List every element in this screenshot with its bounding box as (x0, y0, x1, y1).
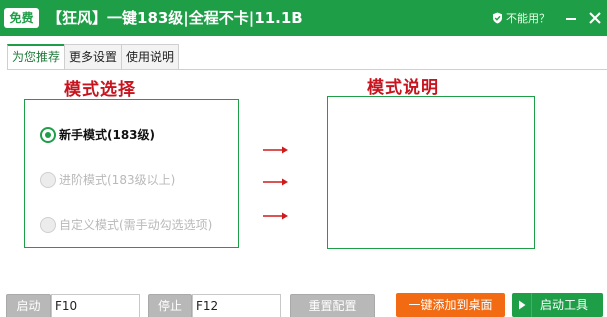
title-bar: 免费 【狂风】一键183级|全程不卡|11.1B 不能用？ (0, 0, 607, 36)
reset-config-button[interactable]: 重置配置 (290, 294, 375, 317)
tab-recommend[interactable]: 为您推荐 (7, 44, 66, 70)
start-hotkey-field[interactable] (51, 294, 140, 317)
stop-hotkey-field[interactable] (192, 294, 281, 317)
mode-option-label: 自定义模式(需手动勾选选项) (59, 218, 213, 232)
arrow-right-icon (263, 146, 288, 154)
minimize-button[interactable] (562, 9, 580, 27)
mode-option-label: 进阶模式(183级以上) (59, 173, 176, 187)
add-to-desktop-button[interactable]: 一键添加到桌面 (396, 293, 505, 317)
tab-more-settings[interactable]: 更多设置 (64, 44, 123, 70)
launch-tool-button[interactable]: 启动工具 (512, 293, 603, 317)
close-icon (589, 12, 601, 24)
play-icon (512, 293, 532, 317)
arrow-right-icon (263, 178, 288, 186)
mode-option-beginner[interactable]: 新手模式(183级) (40, 126, 155, 143)
radio-unselected-icon[interactable] (40, 171, 56, 188)
radio-unselected-icon[interactable] (40, 216, 56, 233)
radio-selected-icon[interactable] (40, 126, 56, 143)
mode-select-title: 模式选择 (64, 80, 136, 100)
mode-option-advanced[interactable]: 进阶模式(183级以上) (40, 171, 175, 188)
shield-check-icon (493, 12, 502, 24)
help-link[interactable]: 不能用？ (492, 10, 550, 26)
launch-tool-label: 启动工具 (540, 298, 589, 312)
arrow-right-icon (263, 212, 288, 220)
mode-desc-panel (327, 96, 535, 249)
mode-option-custom[interactable]: 自定义模式(需手动勾选选项) (40, 216, 212, 233)
tab-bar: 为您推荐 更多设置 使用说明 (7, 44, 180, 70)
free-badge: 免费 (4, 8, 39, 28)
close-button[interactable] (586, 9, 604, 27)
stop-hotkey-label: 停止 (148, 294, 192, 317)
minimize-icon (566, 18, 576, 20)
tab-divider (7, 69, 607, 70)
start-hotkey-label: 启动 (6, 294, 51, 317)
mode-desc-title: 模式说明 (367, 78, 439, 98)
mode-option-label: 新手模式(183级) (59, 128, 156, 142)
tab-instructions[interactable]: 使用说明 (121, 44, 180, 70)
window-title: 【狂风】一键183级|全程不卡|11.1B (47, 9, 303, 27)
help-label[interactable]: 不能用？ (506, 10, 550, 26)
